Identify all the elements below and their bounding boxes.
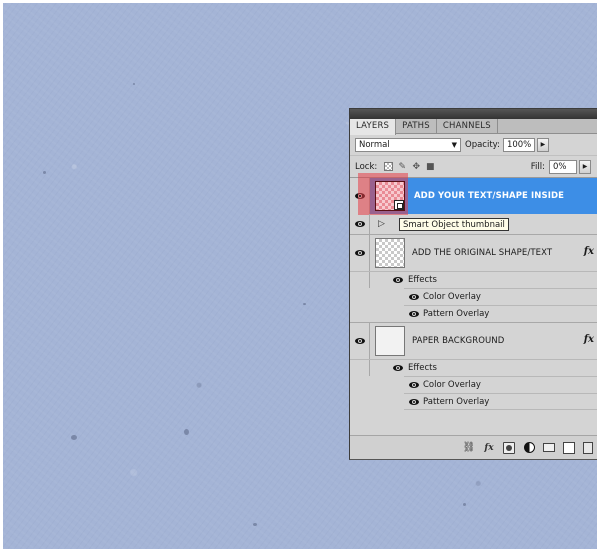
layer-thumbnail[interactable]: [375, 326, 405, 356]
effects-row[interactable]: Effects: [350, 359, 597, 376]
effect-label: Color Overlay: [423, 380, 481, 390]
expand-triangle-icon[interactable]: ▷: [378, 219, 385, 229]
layer-thumbnail[interactable]: [375, 238, 405, 268]
layer-row-original-shape[interactable]: ADD THE ORIGINAL SHAPE/TEXT fx: [350, 234, 597, 271]
smart-object-badge-icon: [394, 200, 404, 210]
eye-icon: [354, 338, 365, 344]
effect-label: Pattern Overlay: [423, 397, 490, 407]
fill-field[interactable]: 0%: [549, 159, 577, 174]
effect-label: Pattern Overlay: [423, 309, 490, 319]
paper-speck: [184, 429, 189, 435]
blend-mode-select[interactable]: Normal ▼: [355, 137, 461, 152]
layer-row-clip[interactable]: ▷ Smart Object thumbnail: [350, 214, 597, 234]
adjustment-layer-icon[interactable]: [523, 442, 535, 454]
eye-icon: [354, 250, 365, 256]
lock-position-icon[interactable]: ✥: [410, 161, 422, 173]
eye-icon[interactable]: [393, 365, 403, 371]
effect-label: Color Overlay: [423, 292, 481, 302]
eye-icon[interactable]: [409, 311, 419, 317]
layer-style-fx-icon[interactable]: fx: [483, 442, 495, 454]
layers-panel: LAYERS PATHS CHANNELS Normal ▼ Opacity: …: [349, 108, 597, 460]
layer-row-paper-background[interactable]: PAPER BACKGROUND fx: [350, 322, 597, 359]
lock-image-pixels-icon[interactable]: ✎: [396, 161, 408, 173]
effect-row[interactable]: Color Overlay: [404, 376, 597, 393]
tab-channels[interactable]: CHANNELS: [437, 119, 498, 134]
visibility-toggle[interactable]: [350, 214, 370, 234]
paper-speck: [133, 83, 135, 85]
fx-icon[interactable]: fx: [584, 334, 594, 345]
layer-name: PAPER BACKGROUND: [412, 336, 505, 346]
eye-icon[interactable]: [393, 277, 403, 283]
lock-transparency-icon[interactable]: [382, 161, 394, 173]
visibility-toggle[interactable]: [350, 323, 370, 359]
fx-icon[interactable]: fx: [584, 246, 594, 257]
paper-speck: [71, 435, 77, 440]
link-layers-icon[interactable]: ⛓: [463, 442, 476, 454]
effect-row[interactable]: Pattern Overlay: [404, 393, 597, 410]
paper-speck: [253, 523, 257, 526]
add-mask-icon[interactable]: [503, 441, 515, 454]
lock-label: Lock:: [355, 161, 378, 172]
paper-speck: [463, 503, 466, 506]
paper-speck: [303, 303, 306, 305]
eye-icon[interactable]: [409, 294, 419, 300]
eye-icon[interactable]: [409, 382, 419, 388]
fill-slider-button[interactable]: ▶: [579, 159, 591, 174]
new-group-icon[interactable]: [543, 443, 555, 452]
opacity-label: Opacity:: [465, 139, 500, 150]
opacity-field[interactable]: 100%: [502, 137, 535, 152]
tooltip: Smart Object thumbnail: [399, 218, 509, 231]
fill-label: Fill:: [530, 161, 545, 172]
layers-list: ADD YOUR TEXT/SHAPE INSIDE ▷ Smart Objec…: [350, 173, 597, 427]
tab-layers[interactable]: LAYERS: [350, 119, 397, 135]
visibility-toggle[interactable]: [350, 360, 370, 376]
panel-titlebar[interactable]: [350, 109, 597, 119]
paper-speck: [43, 171, 46, 174]
effects-label: Effects: [408, 363, 437, 373]
visibility-toggle[interactable]: [350, 272, 370, 288]
lock-all-icon[interactable]: ■: [424, 161, 436, 173]
effects-label: Effects: [408, 275, 437, 285]
new-layer-icon[interactable]: [563, 441, 575, 454]
delete-layer-icon[interactable]: [583, 441, 593, 454]
layer-row-selected[interactable]: ADD YOUR TEXT/SHAPE INSIDE: [350, 173, 597, 215]
blend-mode-value: Normal: [359, 139, 390, 150]
eye-icon[interactable]: [409, 399, 419, 405]
eye-icon: [354, 221, 365, 227]
panel-bottom-toolbar: ⛓ fx: [350, 435, 597, 459]
chevron-down-icon: ▼: [451, 140, 457, 149]
blend-opacity-row: Normal ▼ Opacity: 100% ▶: [350, 134, 597, 156]
effects-row[interactable]: Effects: [350, 271, 597, 288]
layer-name: ADD YOUR TEXT/SHAPE INSIDE: [414, 191, 565, 201]
tab-paths[interactable]: PATHS: [396, 119, 437, 134]
opacity-slider-button[interactable]: ▶: [536, 137, 549, 152]
layer-name: ADD THE ORIGINAL SHAPE/TEXT: [412, 248, 553, 258]
visibility-toggle[interactable]: [350, 235, 370, 271]
effect-row[interactable]: Color Overlay: [404, 288, 597, 305]
effect-row[interactable]: Pattern Overlay: [404, 305, 597, 322]
panel-tabs: LAYERS PATHS CHANNELS: [350, 119, 597, 135]
